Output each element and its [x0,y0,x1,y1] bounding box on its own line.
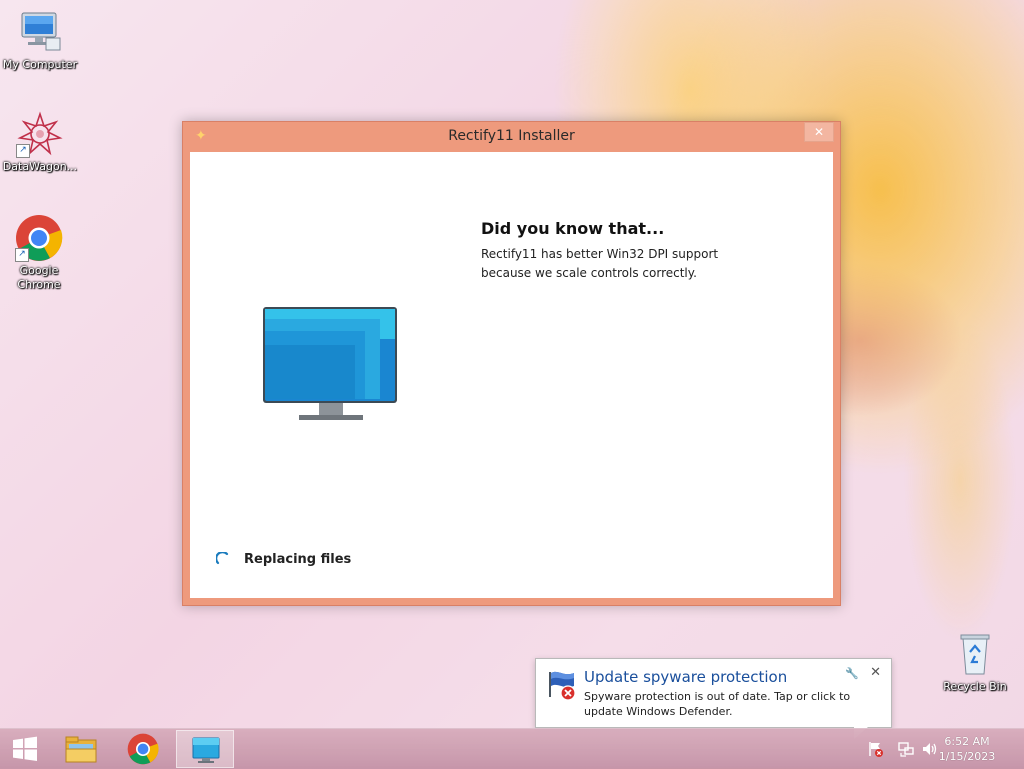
notification-body: Spyware protection is out of date. Tap o… [584,690,851,718]
installer-content: Did you know that... Rectify11 has bette… [190,152,833,598]
close-button[interactable]: ✕ [804,122,834,142]
network-icon[interactable] [897,740,915,758]
recycle-bin-icon [951,630,999,678]
taskbar-clock[interactable]: 6:52 AM 1/15/2023 [932,734,1002,764]
installer-window: ✦ Rectify11 Installer ✕ Did you know tha… [182,121,841,606]
defender-flag-error-icon [549,671,576,701]
shortcut-arrow-icon: ↗ [15,248,29,262]
desktop-icon-google-chrome[interactable]: ↗ Google Chrome [0,214,79,292]
notification-title: Update spyware protection [584,668,788,686]
desktop-icon-datawagon[interactable]: ↗ DataWagon... [0,110,80,174]
desktop-icon-label: DataWagon... [2,160,78,173]
window-title: Rectify11 Installer [448,128,575,144]
chrome-icon [127,733,159,765]
desktop-icon-recycle-bin[interactable]: Recycle Bin [935,630,1015,694]
shortcut-arrow-icon: ↗ [16,144,30,158]
taskbar-google-chrome[interactable] [114,730,172,768]
desktop-icon-label: My Computer [2,58,78,71]
progress-spinner-icon [216,552,229,565]
desktop-icon-label: Google Chrome [17,264,61,291]
folder-icon [65,736,97,763]
taskbar: 6:52 AM 1/15/2023 [0,728,1024,769]
chrome-icon: ↗ [15,214,63,262]
desktop-icon-my-computer[interactable]: My Computer [0,8,80,72]
notification-close-button[interactable]: ✕ [870,665,881,680]
windows-logo-icon [13,736,37,761]
desktop-icon-label: Recycle Bin [943,680,1007,693]
did-you-know-title: Did you know that... [481,219,665,238]
start-button[interactable] [0,730,50,768]
datawagon-icon: ↗ [16,110,64,158]
computer-icon [16,8,64,56]
notification-balloon[interactable]: Update spyware protection Spyware protec… [535,658,892,739]
taskbar-rectify11-installer[interactable] [176,730,234,768]
taskbar-file-explorer[interactable] [52,730,110,768]
monitor-illustration [263,307,399,431]
clock-time: 6:52 AM [944,735,990,748]
action-center-flag-icon[interactable] [867,740,885,758]
status-text: Replacing files [244,552,352,567]
did-you-know-body: Rectify11 has better Win32 DPI support b… [481,247,719,280]
installer-icon [192,737,220,763]
wrench-icon[interactable]: 🔧 [845,667,859,680]
clock-date: 1/15/2023 [938,750,996,763]
title-bar[interactable]: ✦ Rectify11 Installer ✕ [183,122,840,152]
